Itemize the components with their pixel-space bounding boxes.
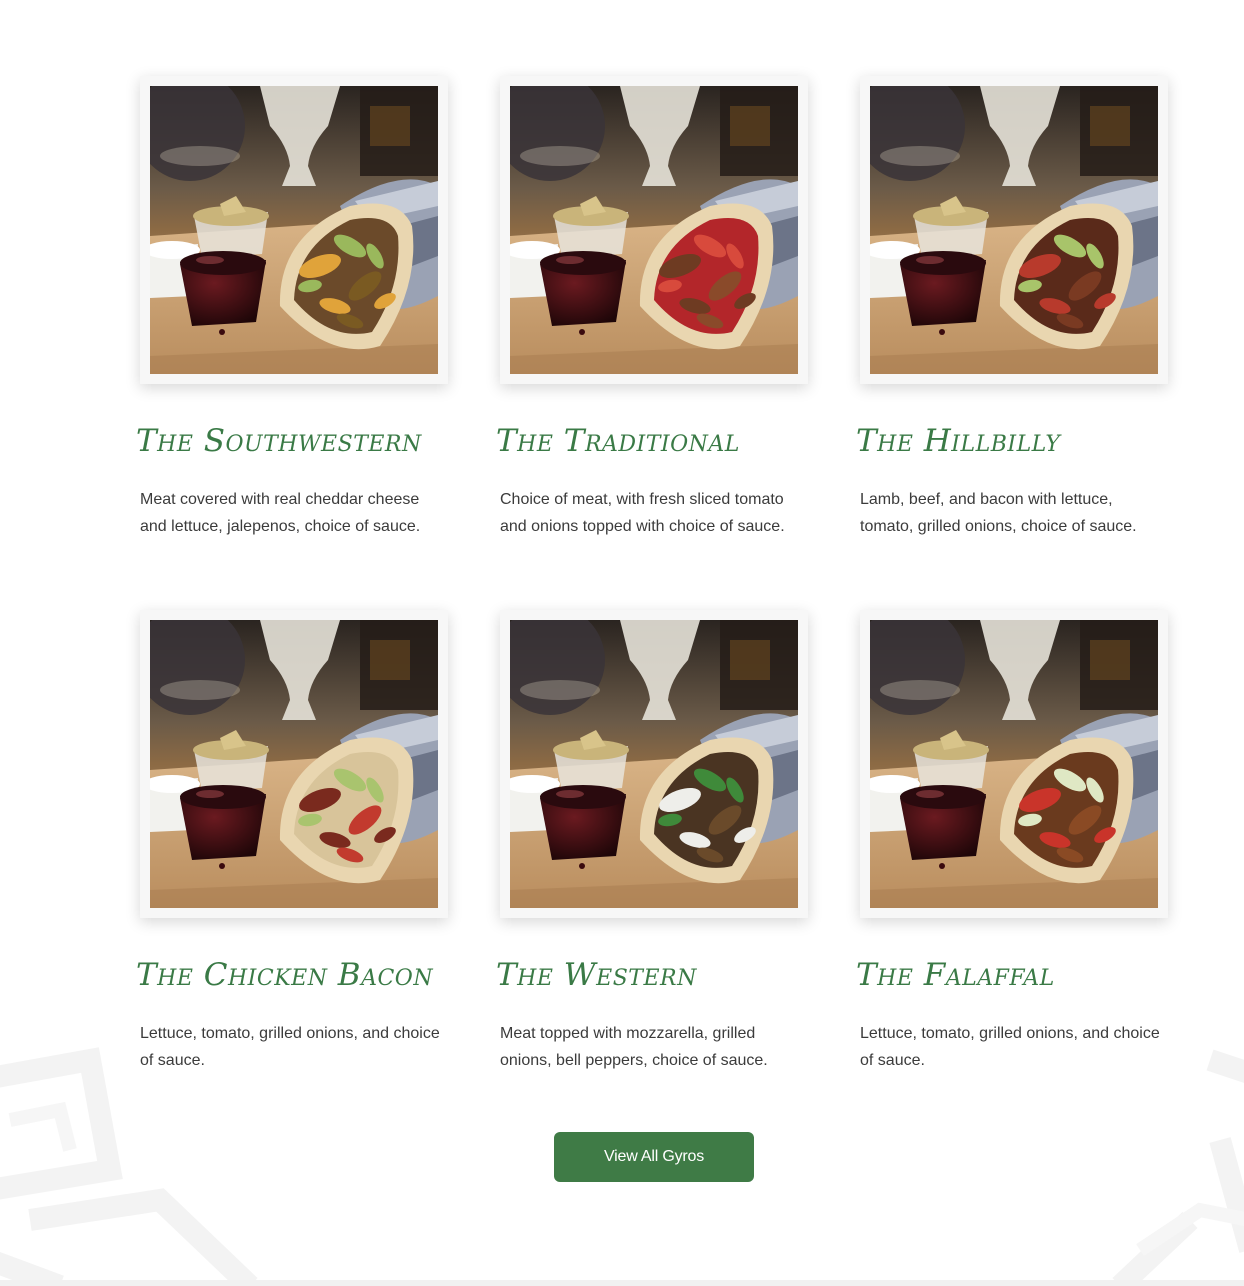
menu-item-photo [870,86,1158,374]
menu-item-card: The Western Meat topped with mozzarella, … [496,610,808,1074]
menu-item-title: The Western [496,957,697,993]
menu-item-title: The Hillbilly [856,423,1061,459]
menu-item-card: The Hillbilly Lamb, beef, and bacon with … [856,76,1168,540]
menu-item-description: Meat covered with real cheddar cheese an… [140,491,421,535]
menu-item-title: The Chicken Bacon [136,957,434,993]
menu-item-photo [870,620,1158,908]
menu-item-photo-frame [140,76,448,384]
gyro-hillbilly-photo [870,86,1158,374]
menu-item-photo [150,86,438,374]
menu-item-photo-frame [860,610,1168,918]
menu-item-photo [150,620,438,908]
menu-item-photo-frame [500,610,808,918]
menu-item-title: The Southwestern [136,423,422,459]
menu-item-description: Lettuce, tomato, grilled onions, and cho… [860,1025,1160,1069]
menu-item-photo [510,86,798,374]
gyro-western-photo [510,620,798,908]
menu-item-description: Meat topped with mozzarella, grilled oni… [500,1025,768,1069]
gyro-southwestern-photo [150,86,438,374]
menu-item-photo-frame [500,76,808,384]
view-all-gyros-button[interactable]: View All Gyros [554,1132,754,1182]
gyro-traditional-photo [510,86,798,374]
menu-item-card: The Chicken Bacon Lettuce, tomato, grille… [136,610,448,1074]
menu-item-description: Lettuce, tomato, grilled onions, and cho… [140,1025,440,1069]
menu-item-title: The Falaffal [856,957,1055,993]
menu-item-description: Choice of meat, with fresh sliced tomato… [500,491,785,535]
menu-item-description: Lamb, beef, and bacon with lettuce, toma… [860,491,1137,535]
gyro-menu-grid: The Southwestern Meat covered with real c… [136,76,1168,1074]
menu-item-photo-frame [860,76,1168,384]
menu-item-card: The Southwestern Meat covered with real c… [136,76,448,540]
menu-item-card: The Traditional Choice of meat, with fres… [496,76,808,540]
gyro-chicken-bacon-photo [150,620,438,908]
menu-item-card: The Falaffal Lettuce, tomato, grilled oni… [856,610,1168,1074]
menu-item-photo-frame [140,610,448,918]
section-bottom-edge [0,1280,1244,1286]
gyro-falaffal-photo [870,620,1158,908]
menu-item-title: The Traditional [496,423,740,459]
menu-item-photo [510,620,798,908]
